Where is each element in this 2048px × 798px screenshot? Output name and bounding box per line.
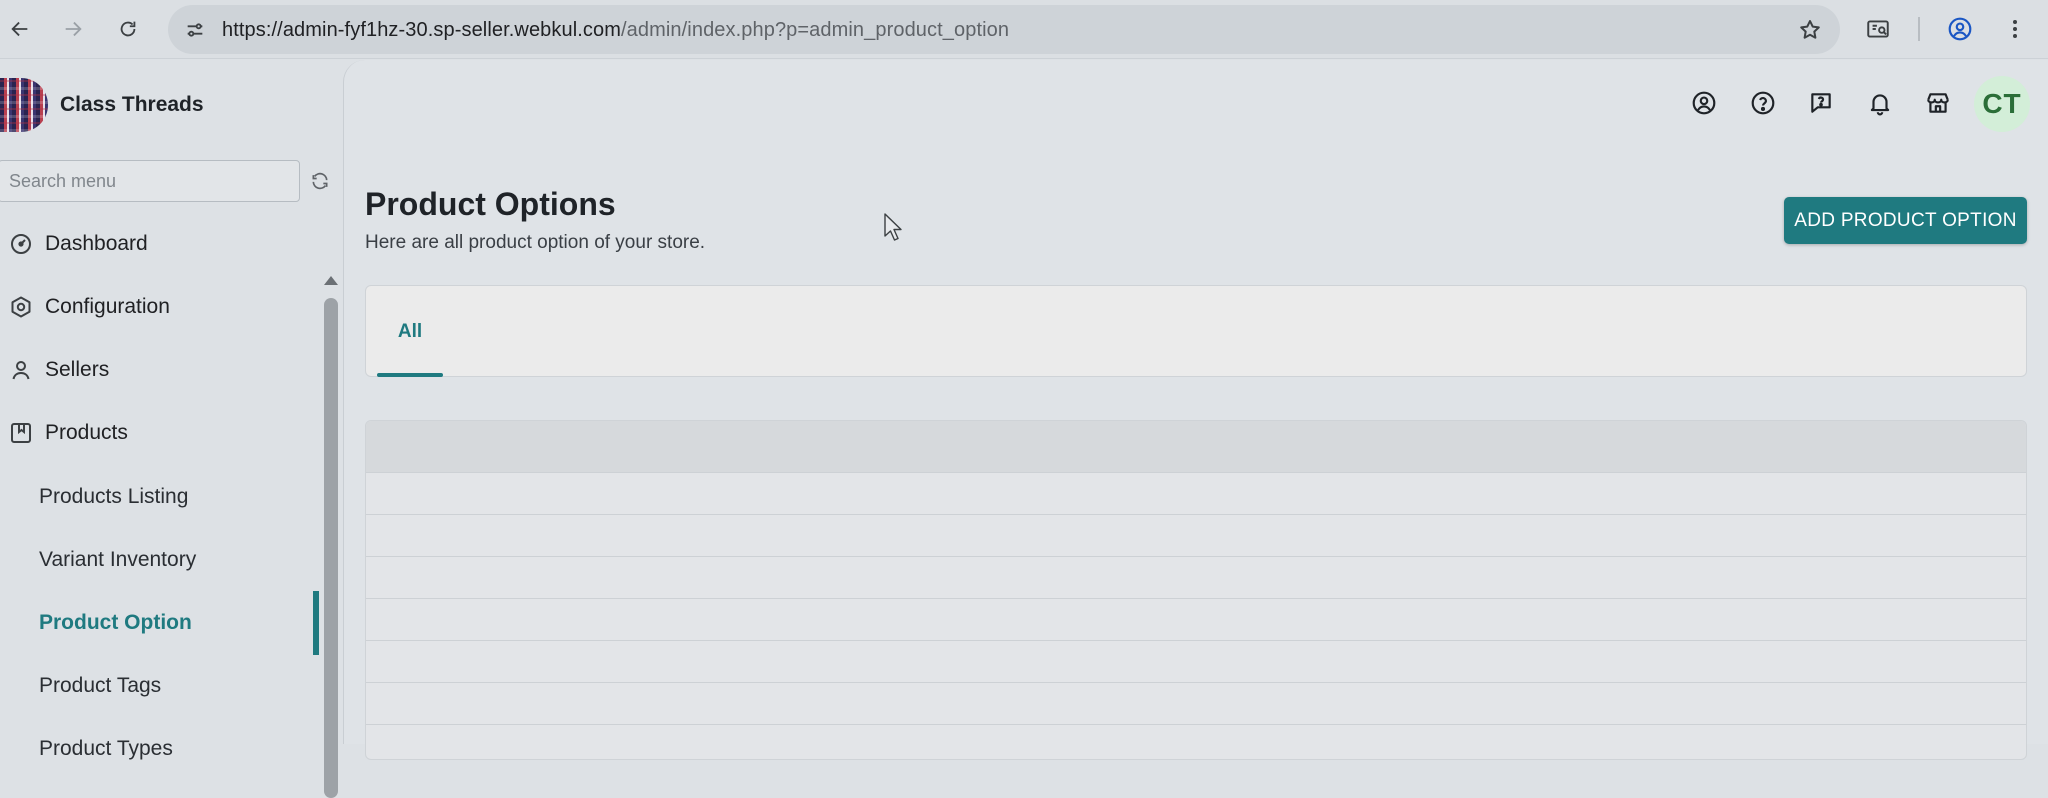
url-text[interactable]: https://admin-fyf1hz-30.sp-seller.webkul… bbox=[222, 19, 1009, 42]
sidebar-item-sellers[interactable]: Sellers bbox=[0, 345, 316, 395]
tab-all[interactable]: All bbox=[377, 286, 443, 378]
mouse-cursor-icon bbox=[884, 213, 902, 241]
support-chat-icon[interactable] bbox=[1804, 86, 1838, 120]
site-info-icon[interactable] bbox=[182, 17, 208, 43]
product-options-table bbox=[365, 420, 2027, 760]
toolbar-separator bbox=[1918, 17, 1920, 41]
sidebar: Class Threads Dashboard Configuration Se… bbox=[0, 60, 343, 798]
page-title: Product Options bbox=[365, 186, 616, 222]
refresh-icon[interactable] bbox=[309, 170, 331, 192]
arrow-right-icon bbox=[65, 21, 82, 37]
active-indicator bbox=[313, 591, 319, 655]
table-row bbox=[366, 641, 2026, 683]
sidebar-item-products[interactable]: Products bbox=[0, 408, 316, 458]
table-row bbox=[366, 515, 2026, 557]
sidebar-subitem-product-types[interactable]: Product Types bbox=[39, 724, 316, 774]
sidebar-subitem-variant-inventory[interactable]: Variant Inventory bbox=[39, 535, 316, 585]
add-product-option-button[interactable]: ADD PRODUCT OPTION bbox=[1784, 197, 2027, 244]
table-header bbox=[366, 421, 2026, 473]
sidebar-item-label: Products bbox=[45, 421, 128, 444]
brand[interactable]: Class Threads bbox=[0, 78, 204, 132]
person-icon bbox=[8, 357, 34, 383]
back-button[interactable] bbox=[4, 13, 36, 45]
reading-mode-icon[interactable] bbox=[1862, 13, 1894, 45]
avatar[interactable]: CT bbox=[1974, 76, 2030, 132]
page-subtitle: Here are all product option of your stor… bbox=[365, 232, 706, 253]
table-row bbox=[366, 557, 2026, 599]
table-row bbox=[366, 599, 2026, 641]
address-bar[interactable]: https://admin-fyf1hz-30.sp-seller.webkul… bbox=[168, 5, 1840, 54]
sidebar-subitem-product-tags[interactable]: Product Tags bbox=[39, 661, 316, 711]
brand-logo bbox=[0, 78, 48, 132]
sidebar-scrollbar[interactable] bbox=[324, 276, 338, 798]
store-icon[interactable] bbox=[1921, 86, 1955, 120]
browser-toolbar: https://admin-fyf1hz-30.sp-seller.webkul… bbox=[0, 0, 2048, 59]
kebab-menu-icon[interactable] bbox=[1999, 13, 2031, 45]
sidebar-subitem-product-option[interactable]: Product Option bbox=[39, 598, 316, 648]
sidebar-item-dashboard[interactable]: Dashboard bbox=[0, 219, 316, 269]
reload-icon bbox=[120, 21, 136, 37]
help-icon[interactable] bbox=[1746, 86, 1780, 120]
account-icon[interactable] bbox=[1687, 86, 1721, 120]
sidebar-item-label: Sellers bbox=[45, 358, 110, 381]
hexagon-gear-icon bbox=[8, 294, 34, 320]
sidebar-item-configuration[interactable]: Configuration bbox=[0, 282, 316, 332]
bookmark-star-icon[interactable] bbox=[1796, 16, 1824, 44]
brand-name: Class Threads bbox=[60, 93, 204, 116]
forward-button[interactable] bbox=[57, 13, 89, 45]
tabs-card: All bbox=[365, 285, 2027, 377]
sidebar-item-label: Configuration bbox=[45, 295, 170, 318]
scroll-thumb[interactable] bbox=[324, 298, 338, 798]
table-row bbox=[366, 473, 2026, 515]
tab-active-underline bbox=[377, 373, 443, 377]
arrow-left-icon bbox=[11, 21, 28, 37]
table-row bbox=[366, 683, 2026, 725]
dashboard-icon bbox=[8, 231, 34, 257]
bookmark-box-icon bbox=[8, 420, 34, 446]
search-menu-input[interactable] bbox=[0, 160, 300, 202]
sidebar-item-label: Dashboard bbox=[45, 232, 148, 255]
main-content: CT Product Options Here are all product … bbox=[343, 60, 2048, 760]
scroll-up-arrow-icon[interactable] bbox=[324, 276, 338, 285]
reload-button[interactable] bbox=[112, 13, 144, 45]
table-row bbox=[366, 725, 2026, 759]
sidebar-subitem-products-listing[interactable]: Products Listing bbox=[39, 472, 316, 522]
bell-icon[interactable] bbox=[1863, 86, 1897, 120]
profile-icon[interactable] bbox=[1944, 13, 1976, 45]
